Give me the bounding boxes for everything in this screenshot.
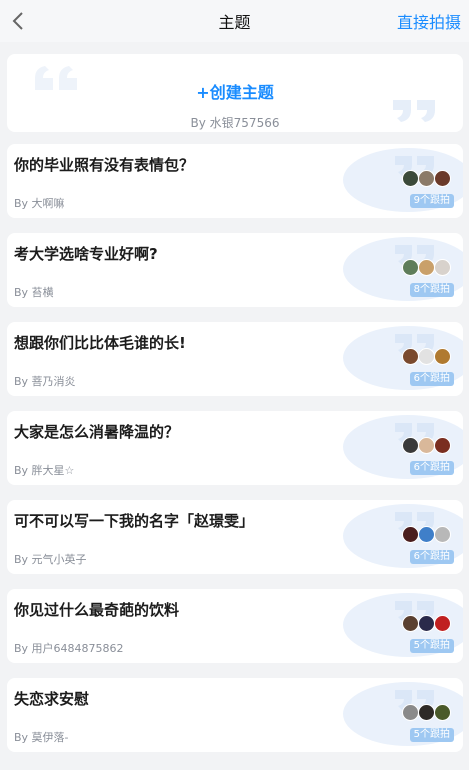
avatar xyxy=(402,259,419,276)
avatar xyxy=(402,348,419,365)
create-byline: By 水银757566 xyxy=(190,116,280,130)
participant-avatars xyxy=(402,348,452,366)
participant-avatars xyxy=(402,615,452,633)
avatar xyxy=(418,437,435,454)
topic-author: By 用户6484875862 xyxy=(14,642,124,655)
avatar xyxy=(434,348,451,365)
create-topic-card[interactable]: +创建主题 By 水银757566 xyxy=(7,54,463,132)
avatar xyxy=(434,526,451,543)
topic-author: By 苔横 xyxy=(14,286,54,299)
nav-bar: 主题 直接拍摄 xyxy=(0,0,469,42)
avatar xyxy=(402,437,419,454)
topic-author: By 莫伊落- xyxy=(14,731,69,744)
topic-card[interactable]: 考大学选啥专业好啊? By 苔横 8个跟拍 xyxy=(7,233,463,307)
create-topic-button[interactable]: +创建主题 xyxy=(7,79,463,103)
follow-count-badge: 6个跟拍 xyxy=(409,550,454,564)
follow-count-badge: 6个跟拍 xyxy=(409,372,454,386)
shoot-directly-button[interactable]: 直接拍摄 xyxy=(397,9,461,33)
topic-card[interactable]: 你见过什么最奇葩的饮料 By 用户6484875862 5个跟拍 xyxy=(7,589,463,663)
participant-avatars xyxy=(402,259,452,277)
topic-card[interactable]: 可不可以写一下我的名字「赵璟雯」 By 元气小英子 6个跟拍 xyxy=(7,500,463,574)
avatar xyxy=(418,704,435,721)
topic-card[interactable]: 想跟你们比比体毛谁的长! By 菩乃消炎 6个跟拍 xyxy=(7,322,463,396)
topic-title[interactable]: 大家是怎么消暑降温的？ xyxy=(14,421,179,442)
participant-avatars xyxy=(402,170,452,188)
topic-author: By 元气小英子 xyxy=(14,553,87,566)
topic-author: By 大啊嘛 xyxy=(14,197,65,210)
avatar xyxy=(434,615,451,632)
avatar xyxy=(418,170,435,187)
topic-title[interactable]: 想跟你们比比体毛谁的长! xyxy=(14,332,186,353)
follow-count-badge: 5个跟拍 xyxy=(409,639,454,653)
follow-count-badge: 5个跟拍 xyxy=(409,728,454,742)
topic-title[interactable]: 你见过什么最奇葩的饮料 xyxy=(14,599,179,620)
follow-count-badge: 9个跟拍 xyxy=(409,194,454,208)
participant-avatars xyxy=(402,704,452,722)
avatar xyxy=(402,526,419,543)
avatar xyxy=(434,437,451,454)
topic-title[interactable]: 失恋求安慰 xyxy=(14,688,89,709)
avatar xyxy=(434,259,451,276)
topic-title[interactable]: 考大学选啥专业好啊? xyxy=(14,243,158,264)
topic-title[interactable]: 你的毕业照有没有表情包？ xyxy=(14,154,194,175)
topic-author: By 菩乃消炎 xyxy=(14,375,76,388)
follow-count-badge: 8个跟拍 xyxy=(409,283,454,297)
participant-avatars xyxy=(402,437,452,455)
topic-author: By 胖大星☆ xyxy=(14,464,75,477)
avatar xyxy=(434,170,451,187)
avatar xyxy=(402,704,419,721)
topic-card[interactable]: 你的毕业照有没有表情包？ By 大啊嘛 9个跟拍 xyxy=(7,144,463,218)
avatar xyxy=(418,526,435,543)
follow-count-badge: 6个跟拍 xyxy=(409,461,454,475)
avatar xyxy=(434,704,451,721)
participant-avatars xyxy=(402,526,452,544)
avatar xyxy=(418,615,435,632)
avatar xyxy=(402,170,419,187)
avatar xyxy=(418,259,435,276)
topic-card[interactable]: 大家是怎么消暑降温的？ By 胖大星☆ 6个跟拍 xyxy=(7,411,463,485)
avatar xyxy=(402,615,419,632)
topic-card[interactable]: 失恋求安慰 By 莫伊落- 5个跟拍 xyxy=(7,678,463,752)
avatar xyxy=(418,348,435,365)
topic-title[interactable]: 可不可以写一下我的名字「赵璟雯」 xyxy=(14,510,254,531)
